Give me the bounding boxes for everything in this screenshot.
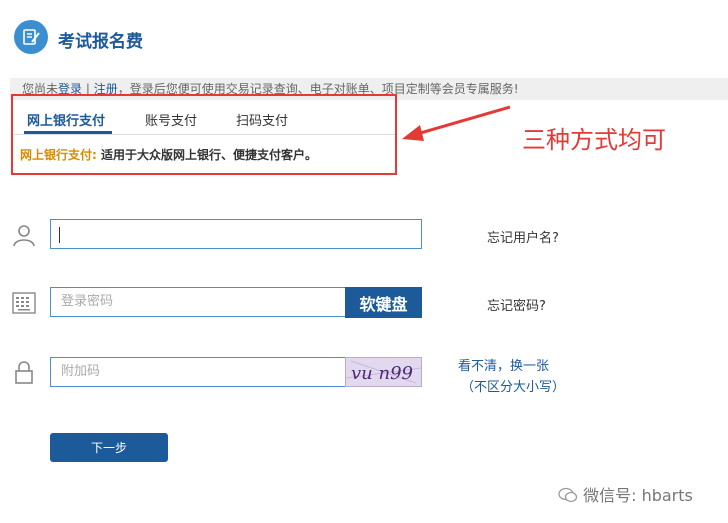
user-icon <box>13 225 35 247</box>
captcha-graphic: vu n99 <box>345 360 422 384</box>
forgot-username-link[interactable]: 忘记用户名? <box>487 227 559 246</box>
keyboard-icon <box>12 292 36 314</box>
password-placeholder: 登录密码 <box>61 294 114 309</box>
captcha-input[interactable]: 附加码 <box>50 357 346 387</box>
wechat-icon <box>558 487 578 503</box>
captcha-placeholder: 附加码 <box>61 364 101 379</box>
watermark-text: 微信号: hbarts <box>583 486 693 505</box>
lock-icon <box>15 361 33 384</box>
username-input[interactable] <box>50 219 422 249</box>
arrow-annotation-icon <box>402 105 511 141</box>
next-step-button[interactable]: 下一步 <box>50 433 168 462</box>
header-icon <box>14 20 48 54</box>
case-insensitive-hint: （不区分大小写） <box>461 380 566 395</box>
annotation-text: 三种方式均可 <box>522 126 666 154</box>
password-input[interactable]: 登录密码 <box>50 287 346 317</box>
forgot-password-link[interactable]: 忘记密码? <box>487 295 546 314</box>
captcha-image[interactable]: vu n99 <box>345 357 422 387</box>
refresh-captcha-link[interactable]: 看不清，换一张 <box>458 355 549 374</box>
captcha-text: vu n99 <box>351 363 413 384</box>
soft-keyboard-button[interactable]: 软键盘 <box>345 287 422 318</box>
text-caret <box>59 227 60 243</box>
wechat-watermark: 微信号: hbarts <box>558 482 693 506</box>
document-edit-icon <box>23 29 40 45</box>
highlight-box <box>11 94 397 175</box>
page-title: 考试报名费 <box>58 32 143 52</box>
